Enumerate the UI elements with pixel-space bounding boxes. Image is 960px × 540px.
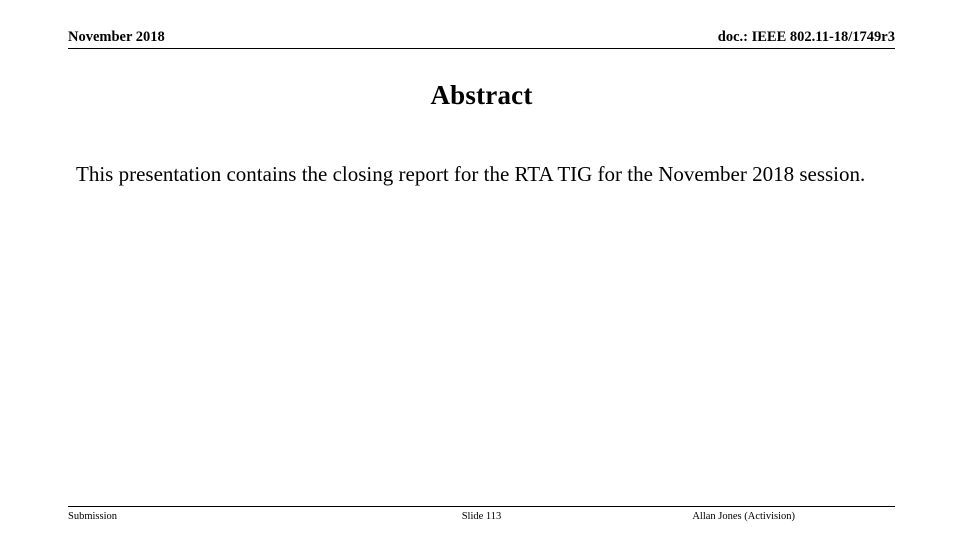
header-document-id: doc.: IEEE 802.11-18/1749r3 bbox=[717, 29, 895, 45]
page-title: Abstract bbox=[430, 80, 533, 110]
slide-footer: Submission Slide 113 Allan Jones (Activi… bbox=[68, 509, 895, 527]
footer-author: Allan Jones (Activision) bbox=[692, 511, 795, 522]
header-date: November 2018 bbox=[68, 29, 165, 45]
slide-header: November 2018 doc.: IEEE 802.11-18/1749r… bbox=[68, 28, 895, 50]
slide-body: This presentation contains the closing r… bbox=[68, 160, 900, 189]
header-divider bbox=[68, 48, 895, 49]
footer-divider bbox=[68, 506, 895, 507]
abstract-paragraph-line-2: November 2018 session. bbox=[658, 162, 866, 186]
abstract-paragraph: This presentation contains the closing r… bbox=[68, 160, 900, 189]
abstract-paragraph-line-1: This presentation contains the closing r… bbox=[76, 162, 653, 186]
slide-canvas: November 2018 doc.: IEEE 802.11-18/1749r… bbox=[0, 0, 960, 540]
